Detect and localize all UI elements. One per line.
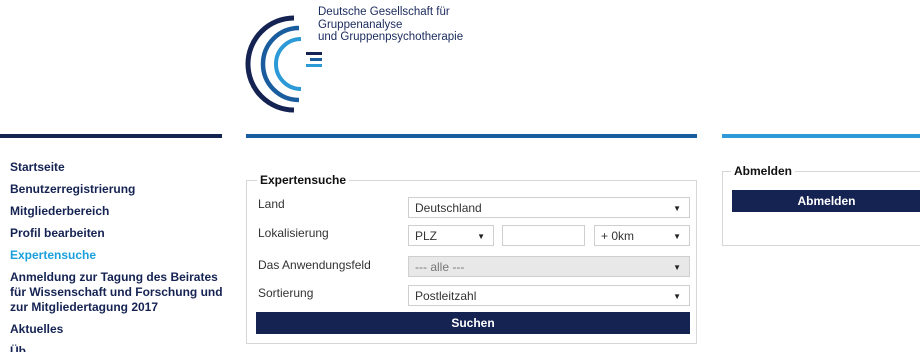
expert-search-form: Expertensuche Land Deutschland ▼ Lokalis… (246, 173, 697, 344)
logout-panel: Abmelden Abmelden (722, 164, 920, 246)
plz-select[interactable]: PLZ ▼ (408, 225, 494, 246)
logo-mark-icon (245, 15, 322, 113)
abmelden-button[interactable]: Abmelden (732, 190, 920, 212)
land-select[interactable]: Deutschland ▼ (408, 197, 690, 218)
chevron-down-icon: ▼ (673, 263, 681, 272)
sidebar-item-expertensuche[interactable]: Expertensuche (10, 248, 225, 263)
anwendungsfeld-select[interactable]: --- alle --- ▼ (408, 256, 690, 277)
chevron-down-icon: ▼ (477, 232, 485, 241)
sidebar-item-aktuelles[interactable]: Aktuelles (10, 322, 225, 337)
sidebar-item-anmeldung-tagung[interactable]: Anmeldung zur Tagung des Beirates für Wi… (10, 270, 225, 315)
logo-line-1: Deutsche Gesellschaft für (318, 6, 450, 18)
radius-select[interactable]: + 0km ▼ (594, 225, 690, 246)
divider-middle (246, 134, 697, 138)
logo-line-3: und Gruppenpsychotherapie (318, 31, 464, 43)
chevron-down-icon: ▼ (673, 292, 681, 301)
radius-select-value: + 0km (601, 229, 635, 243)
anwendungsfeld-select-value: --- alle --- (415, 260, 465, 274)
anwendungsfeld-label: Das Anwendungsfeld (258, 258, 371, 272)
logo-line-2: Gruppenanalyse (318, 18, 403, 31)
plz-select-value: PLZ (415, 229, 438, 243)
sortierung-select[interactable]: Postleitzahl ▼ (408, 285, 690, 306)
lokalisierung-label: Lokalisierung (258, 226, 329, 240)
sidebar-nav: Startseite Benutzerregistrierung Mitglie… (10, 160, 225, 356)
sortierung-label: Sortierung (258, 286, 314, 300)
logo-text: Deutsche Gesellschaft für Gruppenanalyse… (318, 6, 463, 44)
suchen-button[interactable]: Suchen (256, 312, 690, 334)
logout-title: Abmelden (731, 164, 796, 178)
sidebar-item-mitgliederbereich[interactable]: Mitgliederbereich (10, 204, 225, 219)
plz-input[interactable] (502, 225, 585, 246)
divider-right (722, 134, 920, 138)
sidebar-item-truncated[interactable]: Üb... (10, 344, 225, 352)
expert-search-title: Expertensuche (257, 173, 350, 187)
chevron-down-icon: ▼ (673, 232, 681, 241)
site-logo[interactable]: Deutsche Gesellschaft für Gruppenanalyse… (244, 4, 484, 116)
sidebar-item-profil-bearbeiten[interactable]: Profil bearbeiten (10, 226, 225, 241)
chevron-down-icon: ▼ (673, 204, 681, 213)
sortierung-select-value: Postleitzahl (415, 289, 477, 303)
divider-left (0, 134, 222, 138)
land-label: Land (258, 197, 285, 211)
sidebar-item-benutzerregistrierung[interactable]: Benutzerregistrierung (10, 182, 225, 197)
sidebar-item-startseite[interactable]: Startseite (10, 160, 225, 175)
land-select-value: Deutschland (415, 201, 482, 215)
